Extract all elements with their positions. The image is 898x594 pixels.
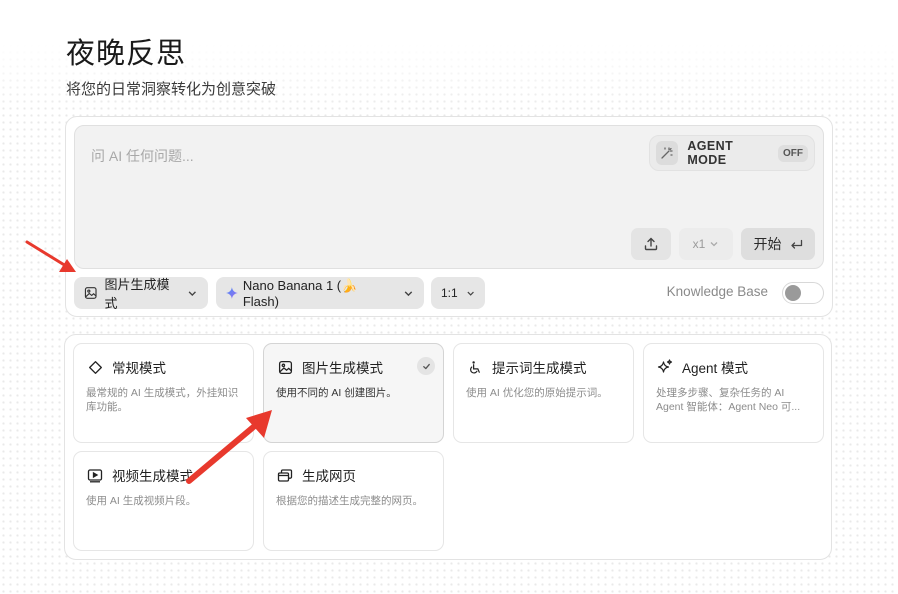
start-label: 开始 bbox=[753, 236, 782, 252]
page-subtitle: 将您的日常洞察转化为创意突破 bbox=[66, 81, 277, 98]
model-select[interactable]: Nano Banana 1 (🍌 Flash) bbox=[216, 277, 424, 309]
check-icon bbox=[417, 357, 435, 375]
mode-description: 使用 AI 生成视频片段。 bbox=[86, 495, 197, 507]
composer-card: AGENT MODE OFF x1 开始 图片生成模式 bbox=[65, 116, 833, 317]
mode-card-standard[interactable]: 常规模式 最常规的 AI 生成模式，外挂知识库功能。 bbox=[73, 343, 254, 443]
chevron-down-icon bbox=[404, 290, 413, 296]
mode-description: 使用不同的 AI 创建图片。 bbox=[276, 387, 397, 399]
composer-box: AGENT MODE OFF x1 开始 bbox=[74, 125, 824, 269]
start-button[interactable]: 开始 bbox=[741, 228, 815, 260]
chevron-down-icon bbox=[189, 290, 197, 296]
diamond-icon bbox=[86, 358, 104, 376]
mode-card-video[interactable]: 视频生成模式 使用 AI 生成视频片段。 bbox=[73, 451, 254, 551]
chevron-down-icon bbox=[467, 291, 474, 296]
mode-description: 最常规的 AI 生成模式，外挂知识库功能。 bbox=[86, 387, 239, 413]
mode-card-webpage[interactable]: 生成网页 根据您的描述生成完整的网页。 bbox=[263, 451, 444, 551]
mode-title: Agent 模式 bbox=[682, 361, 749, 376]
magic-wand-icon bbox=[656, 141, 679, 165]
composer-tools: x1 开始 bbox=[631, 228, 815, 260]
ratio-select-label: 1:1 bbox=[441, 286, 458, 300]
page-title: 夜晚反思 bbox=[66, 38, 187, 70]
mode-title: 视频生成模式 bbox=[112, 469, 193, 484]
image-icon bbox=[276, 358, 294, 376]
count-label: x1 bbox=[692, 237, 706, 251]
prompt-input[interactable] bbox=[91, 144, 631, 168]
mode-title: 生成网页 bbox=[302, 469, 356, 484]
gemini-sparkle-icon bbox=[226, 287, 238, 299]
wheelchair-icon bbox=[466, 358, 484, 376]
mode-card-prompt[interactable]: 提示词生成模式 使用 AI 优化您的原始提示词。 bbox=[453, 343, 634, 443]
upload-icon bbox=[644, 237, 658, 251]
ratio-select[interactable]: 1:1 bbox=[431, 277, 485, 309]
mode-title: 图片生成模式 bbox=[302, 361, 383, 376]
count-select[interactable]: x1 bbox=[679, 228, 733, 260]
chevron-down-icon bbox=[710, 242, 718, 247]
agent-mode-state: OFF bbox=[778, 144, 808, 162]
mode-select-label: 图片生成模式 bbox=[104, 277, 170, 311]
knowledge-base-toggle[interactable] bbox=[782, 282, 824, 304]
mode-title: 提示词生成模式 bbox=[492, 361, 587, 376]
modes-panel: 常规模式 最常规的 AI 生成模式，外挂知识库功能。 图片生成模式 使用不同的 … bbox=[64, 334, 832, 560]
sparkles-icon bbox=[656, 358, 674, 376]
options-row: 图片生成模式 Nano Banana 1 (🍌 Flash) 1:1 Knowl… bbox=[74, 277, 824, 311]
knowledge-base-label: Knowledge Base bbox=[666, 284, 768, 299]
model-select-label: Nano Banana 1 (🍌 Flash) bbox=[242, 277, 358, 309]
mode-select[interactable]: 图片生成模式 bbox=[74, 277, 208, 311]
video-icon bbox=[86, 466, 104, 484]
mode-description: 处理多步骤、复杂任务的 AI Agent 智能体：Agent Neo 可... bbox=[656, 387, 801, 413]
mode-title: 常规模式 bbox=[112, 361, 166, 376]
upload-button[interactable] bbox=[631, 228, 671, 260]
mode-description: 根据您的描述生成完整的网页。 bbox=[276, 495, 423, 507]
agent-mode-toggle[interactable]: AGENT MODE OFF bbox=[649, 135, 815, 171]
mode-card-agent[interactable]: Agent 模式 处理多步骤、复杂任务的 AI Agent 智能体：Agent … bbox=[643, 343, 824, 443]
mode-card-image[interactable]: 图片生成模式 使用不同的 AI 创建图片。 bbox=[263, 343, 444, 443]
image-icon bbox=[84, 287, 97, 299]
browser-windows-icon bbox=[276, 466, 294, 484]
agent-mode-label: AGENT MODE bbox=[687, 139, 734, 167]
enter-key-icon bbox=[790, 239, 802, 249]
toggle-knob bbox=[785, 285, 801, 301]
mode-description: 使用 AI 优化您的原始提示词。 bbox=[466, 387, 608, 399]
